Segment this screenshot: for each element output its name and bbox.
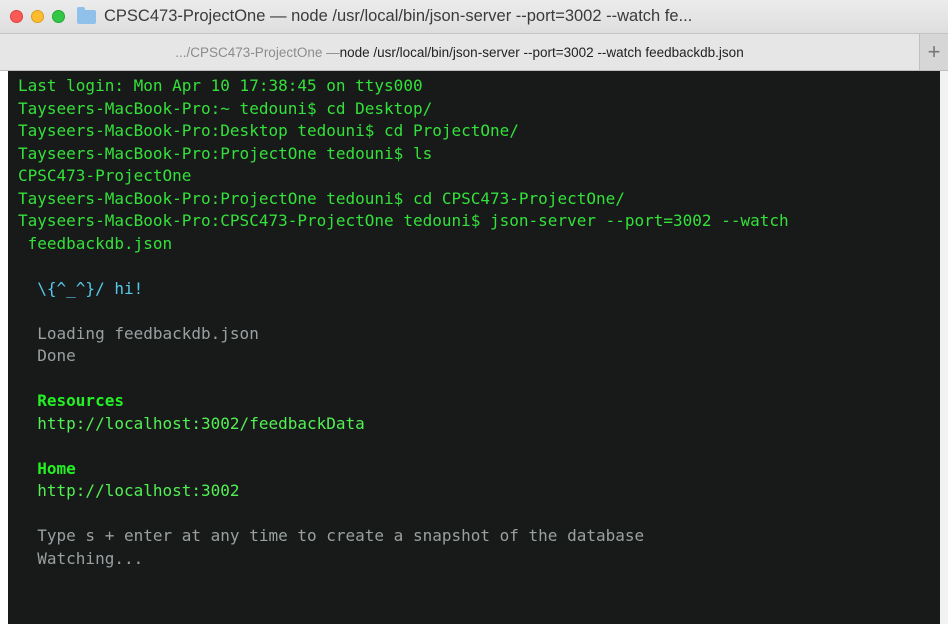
window-controls bbox=[10, 10, 65, 23]
watching-line: Watching... bbox=[18, 548, 144, 568]
tab-label: node /usr/local/bin/json-server --port=3… bbox=[339, 44, 744, 60]
json-server-command-continuation: feedbackdb.json bbox=[18, 233, 173, 253]
last-login-line: Last login: Mon Apr 10 17:38:45 on ttys0… bbox=[18, 76, 423, 95]
home-url[interactable]: http://localhost:3002 bbox=[18, 480, 940, 503]
home-heading: Home bbox=[18, 458, 76, 478]
minimize-window-button[interactable] bbox=[31, 10, 44, 23]
zoom-window-button[interactable] bbox=[52, 10, 65, 23]
terminal-output[interactable]: Last login: Mon Apr 10 17:38:45 on ttys0… bbox=[8, 71, 940, 624]
window-titlebar: CPSC473-ProjectOne — node /usr/local/bin… bbox=[0, 0, 948, 33]
loading-line: Loading feedbackdb.json bbox=[18, 323, 259, 343]
new-tab-button[interactable]: + bbox=[920, 34, 948, 70]
ls-output-line: CPSC473-ProjectOne bbox=[18, 166, 192, 185]
command-line: Tayseers-MacBook-Pro:Desktop tedouni$ cd… bbox=[18, 121, 519, 140]
scrollbar[interactable] bbox=[940, 71, 948, 624]
command-line: Tayseers-MacBook-Pro:~ tedouni$ cd Deskt… bbox=[18, 98, 433, 118]
greeting-line: \{^_^}/ hi! bbox=[18, 278, 144, 298]
folder-icon bbox=[77, 6, 96, 24]
resources-url[interactable]: http://localhost:3002/feedbackData bbox=[18, 413, 940, 436]
tab-path: .../CPSC473-ProjectOne — bbox=[175, 44, 340, 60]
json-server-command-line: Tayseers-MacBook-Pro:CPSC473-ProjectOne … bbox=[18, 211, 789, 230]
window-title: CPSC473-ProjectOne — node /usr/local/bin… bbox=[104, 7, 693, 25]
tab-json-server[interactable]: .../CPSC473-ProjectOne — node /usr/local… bbox=[0, 34, 920, 70]
close-window-button[interactable] bbox=[10, 10, 23, 23]
resources-heading: Resources bbox=[18, 391, 124, 410]
snapshot-hint-line: Type s + enter at any time to create a s… bbox=[18, 526, 645, 545]
done-line: Done bbox=[18, 346, 76, 365]
command-line: Tayseers-MacBook-Pro:ProjectOne tedouni$… bbox=[18, 188, 625, 208]
command-line: Tayseers-MacBook-Pro:ProjectOne tedouni$… bbox=[18, 143, 433, 163]
tab-bar: .../CPSC473-ProjectOne — node /usr/local… bbox=[0, 33, 948, 71]
